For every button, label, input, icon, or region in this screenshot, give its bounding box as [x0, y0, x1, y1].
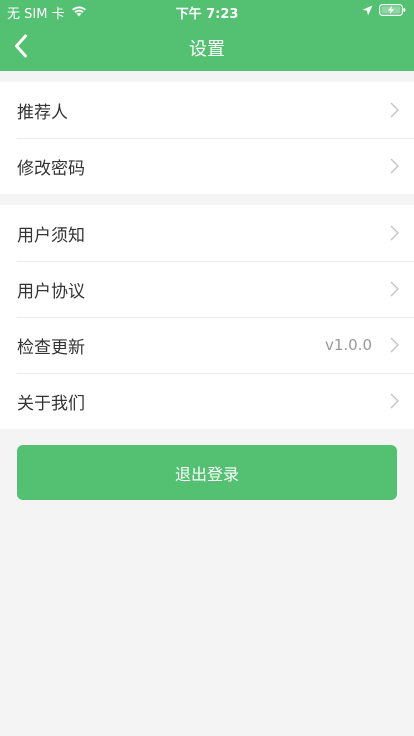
settings-row-check-update[interactable]: 检查更新 v1.0.0	[0, 317, 414, 373]
settings-row-change-password[interactable]: 修改密码	[0, 138, 414, 194]
chevron-right-icon	[390, 281, 399, 297]
settings-row-referrer[interactable]: 推荐人	[0, 82, 414, 138]
settings-group-account: 推荐人 修改密码	[0, 82, 414, 194]
row-label: 推荐人	[17, 102, 68, 123]
battery-charging-icon	[379, 4, 406, 20]
status-bar: 无 SIM 卡 下午 7:23	[0, 0, 414, 22]
row-label: 修改密码	[17, 158, 85, 179]
version-value: v1.0.0	[324, 336, 372, 354]
location-arrow-icon	[362, 5, 373, 20]
chevron-right-icon	[390, 158, 399, 174]
row-label: 用户协议	[17, 281, 85, 302]
status-time: 下午 7:23	[175, 7, 239, 22]
row-label: 关于我们	[17, 393, 85, 414]
settings-row-user-notice[interactable]: 用户须知	[0, 205, 414, 261]
logout-button[interactable]: 退出登录	[17, 445, 397, 500]
settings-row-about-us[interactable]: 关于我们	[0, 373, 414, 429]
row-label: 用户须知	[17, 225, 85, 246]
page-title: 设置	[189, 39, 225, 60]
chevron-right-icon	[390, 102, 399, 118]
chevron-right-icon	[390, 225, 399, 241]
row-label: 检查更新	[17, 337, 85, 358]
app-header: 无 SIM 卡 下午 7:23 设置	[0, 0, 414, 71]
settings-group-info: 用户须知 用户协议 检查更新 v1.0.0 关于我们	[0, 205, 414, 429]
chevron-right-icon	[390, 393, 399, 409]
chevron-right-icon	[390, 337, 399, 353]
status-right	[362, 4, 406, 20]
settings-row-user-agreement[interactable]: 用户协议	[0, 261, 414, 317]
nav-bar: 设置	[0, 22, 414, 71]
